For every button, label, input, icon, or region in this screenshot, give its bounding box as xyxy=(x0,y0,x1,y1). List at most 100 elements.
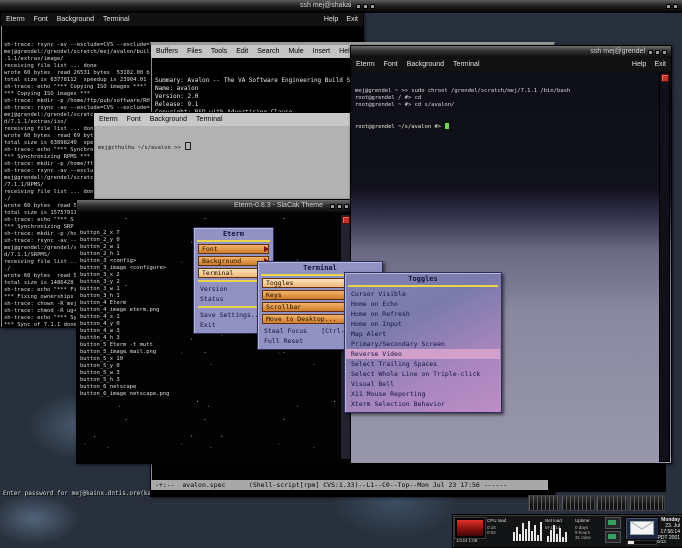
graph-bar xyxy=(534,525,536,541)
left-window-buttons[interactable] xyxy=(356,4,375,9)
menubar-item[interactable]: Eterm xyxy=(356,61,375,68)
menu-item-label: Terminal xyxy=(202,269,233,277)
clock-epplet: Monday 23. Jul 17:56:14 PDT 2001 xyxy=(646,517,680,541)
menubar-item[interactable]: Font xyxy=(127,116,141,123)
emacs-minibuffer[interactable] xyxy=(151,490,554,496)
menu-item-label: Steal Focus xyxy=(264,327,307,335)
menubar-item[interactable]: Exit xyxy=(654,61,666,68)
menubar-item[interactable]: Terminal xyxy=(196,116,222,123)
window-eterm-gray[interactable]: Eterm Font Background Terminal mej@cthulhu … xyxy=(93,112,360,202)
popup-menu-toggles: Toggles Cursor VisibleHome on EchoHome o… xyxy=(344,272,502,413)
graph-bar xyxy=(562,537,564,542)
dark-term-window-buttons[interactable] xyxy=(330,204,349,209)
gray-term-prompt-line: mej@cthulhu ~/s/avalon >> xyxy=(98,142,355,151)
right-term-titlebar[interactable]: ssh mej@grendel xyxy=(351,46,671,58)
left-window-title: ssh mej@shakai xyxy=(300,2,351,9)
menubar-item[interactable]: Tools xyxy=(211,48,227,55)
menu-title: Toggles xyxy=(348,274,498,287)
menu-item[interactable]: Home on Echo xyxy=(346,299,500,309)
menu-item[interactable]: Select Whole Line on Triple-click xyxy=(346,369,500,379)
gray-term-content[interactable]: mej@cthulhu ~/s/avalon >> xyxy=(94,126,359,201)
dark-term-titlebar[interactable]: Eterm-0.8.3 - SlaCak Theme xyxy=(77,200,353,212)
terminal-line: button_5_image mail.png xyxy=(80,349,350,356)
menu-item-label: Version xyxy=(200,285,227,293)
clock-zone: PDT 2001 xyxy=(646,535,680,541)
terminal-line: button_5_y 0 xyxy=(80,363,350,370)
menubar-item[interactable]: Buffers xyxy=(156,48,178,55)
menu-item[interactable]: Home on Input xyxy=(346,319,500,329)
menubar-item[interactable]: Insert xyxy=(313,48,331,55)
menu-item-label: Full Reset xyxy=(264,337,303,345)
menu-item-label: Move to Desktop... xyxy=(266,315,336,323)
desktop: { "desktop": { "password_prompt": "Enter… xyxy=(0,0,682,546)
scrollbar-up-button[interactable] xyxy=(661,74,669,82)
right-term-window-buttons[interactable] xyxy=(648,50,667,55)
right-term-menubar[interactable]: Eterm Font Background Terminal Help Exit xyxy=(351,58,671,71)
right-term-prompt-line: root@grendel ~/s/avalon #> xyxy=(355,123,667,131)
dark-term-title: Eterm-0.8.3 - SlaCak Theme xyxy=(234,202,323,209)
graph-bar xyxy=(513,532,515,541)
text-cursor xyxy=(185,142,191,150)
menu-item-label: Exit xyxy=(200,321,216,329)
right-term-scrollbar[interactable] xyxy=(659,72,670,462)
menubar-item[interactable]: Mule xyxy=(288,48,303,55)
menu-item[interactable]: Xterm Selection Behavior xyxy=(346,399,500,409)
menubar-item[interactable]: Background xyxy=(407,61,444,68)
menubar-item[interactable]: Background xyxy=(150,116,187,123)
graph-bar xyxy=(540,522,542,541)
menu-item[interactable]: Primary/Secondary Screen xyxy=(346,339,500,349)
menu-title: Eterm xyxy=(197,229,270,242)
menu-item[interactable]: X11 Mouse Reporting xyxy=(346,389,500,399)
iconbox-icon[interactable] xyxy=(666,4,678,9)
menubar-item[interactable]: Terminal xyxy=(453,61,479,68)
menu-item[interactable]: Reverse Video xyxy=(346,349,500,359)
menubar-item[interactable]: Background xyxy=(57,16,94,23)
gray-term-menubar[interactable]: Eterm Font Background Terminal xyxy=(94,113,359,126)
right-term-lines: mej@grendel ~ >> sudo chroot /grendel/sc… xyxy=(355,88,667,109)
terminal-line: button_5_w 3 xyxy=(80,370,350,377)
menu-item-label: Select Whole Line on Triple-click xyxy=(351,370,480,378)
menu-item[interactable]: Home on Refresh xyxy=(346,309,500,319)
menubar-item[interactable]: Help xyxy=(324,16,338,23)
terminal-line: root@grendel / #> cd xyxy=(355,95,667,102)
left-term-menubar[interactable]: Eterm Font Background Terminal Help Exit xyxy=(1,13,363,26)
menu-item-label: Reverse Video xyxy=(351,350,402,358)
graph-epplet xyxy=(596,495,628,511)
menu-item-label: Scrollbar xyxy=(266,303,301,311)
menu-item[interactable]: Font xyxy=(198,244,269,254)
menubar-item[interactable]: Eterm xyxy=(6,16,25,23)
screen-epplet[interactable] xyxy=(605,517,621,545)
graph-bar xyxy=(522,523,524,541)
scrollbar-up-button[interactable] xyxy=(342,216,350,224)
text-cursor xyxy=(445,123,449,129)
graph-bar xyxy=(525,529,527,541)
menubar-item[interactable]: Font xyxy=(34,16,48,23)
left-term-menu-right: Help Exit xyxy=(316,13,358,26)
menu-item[interactable]: Select Trailing Spaces xyxy=(346,359,500,369)
menu-item-label: Cursor Visible xyxy=(351,290,406,298)
menu-item[interactable]: Visual Bell xyxy=(346,379,500,389)
right-term-menu-right: Help Exit xyxy=(624,58,666,71)
menubar-item[interactable]: Eterm xyxy=(99,116,118,123)
menubar-item[interactable]: Help xyxy=(632,61,646,68)
menubar-item[interactable]: Edit xyxy=(236,48,248,55)
menubar-item[interactable]: Files xyxy=(187,48,202,55)
menubar-item[interactable]: Exit xyxy=(346,16,358,23)
led-epplet[interactable] xyxy=(455,518,485,538)
led-caption: 1/144 1:08 xyxy=(456,538,477,543)
menu-item-label: Status xyxy=(200,295,223,303)
gray-term-menu-items: Eterm Font Background Terminal xyxy=(99,116,232,123)
menubar-item[interactable]: Search xyxy=(257,48,279,55)
graph-epplet xyxy=(561,495,595,511)
graph-bar xyxy=(528,521,530,541)
menubar-item[interactable]: Terminal xyxy=(103,16,129,23)
menu-item[interactable]: Map Alert xyxy=(346,329,500,339)
menu-item[interactable]: Cursor Visible xyxy=(346,289,500,299)
menubar-item[interactable]: Font xyxy=(384,61,398,68)
terminal-line: button_6 netscape xyxy=(80,384,350,391)
graph-epplet xyxy=(528,495,560,511)
terminal-line: root@grendel ~ #> cd s/avalon/ xyxy=(355,102,667,109)
menu-item-label: Save Settings... xyxy=(200,311,263,319)
terminal-line: button_5_h 3 xyxy=(80,377,350,384)
uptime-label: Uptime: xyxy=(575,518,591,523)
